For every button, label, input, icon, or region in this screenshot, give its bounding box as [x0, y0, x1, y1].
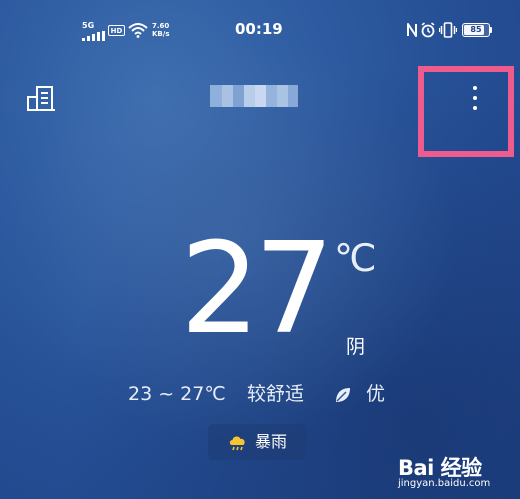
temperature-unit: ℃ — [334, 236, 377, 280]
storm-rain-icon — [229, 436, 245, 451]
nfc-icon — [407, 23, 417, 37]
battery-tip — [490, 27, 492, 33]
vibrate-icon — [439, 22, 457, 38]
more-menu-highlight — [418, 66, 514, 157]
leaf-icon — [336, 388, 350, 402]
network-speed: 7.60 KB/s — [152, 22, 169, 38]
alarm-icon — [421, 22, 435, 38]
weather-condition: 阴 — [346, 336, 366, 358]
speed-unit: KB/s — [152, 30, 170, 38]
location-name-blurred[interactable] — [210, 85, 298, 107]
city-management-icon[interactable] — [26, 84, 56, 112]
air-quality[interactable]: 优 — [366, 382, 385, 406]
current-temperature: 27 — [180, 215, 334, 362]
baidu-jingyan-watermark: Bai 经验 jingyan.baidu.com — [398, 448, 518, 496]
battery-level: 85 — [470, 25, 482, 34]
battery-icon: 85 — [462, 23, 490, 37]
wifi-icon — [128, 23, 148, 38]
clock: 00:19 — [235, 20, 283, 38]
more-options-icon[interactable] — [470, 84, 480, 114]
comfort-level[interactable]: 较舒适 — [247, 382, 304, 406]
hd-badge: HD — [108, 25, 125, 36]
weather-alert-button[interactable]: 暴雨 — [208, 424, 307, 460]
watermark-url: jingyan.baidu.com — [398, 478, 491, 489]
speed-value: 7.60 — [152, 22, 170, 30]
network-type: 5G — [82, 21, 95, 30]
temperature-range: 23 ~ 27℃ — [128, 383, 226, 405]
alert-label: 暴雨 — [255, 432, 288, 451]
status-bar: 5G HD 7.60 KB/s 00:19 85 — [0, 0, 520, 60]
